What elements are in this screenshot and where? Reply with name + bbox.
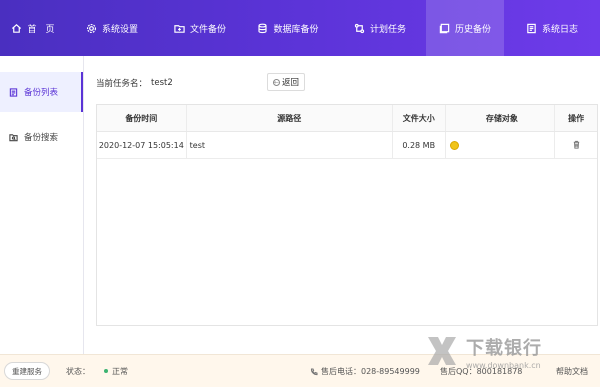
table-header: 备份时间 源路径 文件大小 存储对象 操作 xyxy=(97,105,597,132)
help-docs-link[interactable]: 帮助文档 xyxy=(556,355,588,387)
folder-icon xyxy=(174,23,185,34)
header-storage-object: 存储对象 xyxy=(446,105,556,131)
nav-system-log[interactable]: 系统日志 xyxy=(504,0,600,56)
nav-system-log-label: 系统日志 xyxy=(541,24,578,35)
status-dot-icon xyxy=(104,369,108,373)
trash-icon[interactable] xyxy=(572,140,581,151)
watermark-site: www.downbank.cn xyxy=(466,361,541,370)
rebuild-service-button[interactable]: 重建服务 xyxy=(4,362,50,380)
top-navigation: 首 页 系统设置 文件备份 数据库备份 计划任务 历史备份 系统日志 xyxy=(0,0,600,56)
history-icon xyxy=(439,23,450,34)
gear-icon xyxy=(86,23,97,34)
cell-storage-object xyxy=(446,132,556,158)
nav-scheduled-tasks-label: 计划任务 xyxy=(369,24,406,35)
header-action: 操作 xyxy=(568,113,585,123)
home-icon xyxy=(11,23,22,34)
nav-home[interactable]: 首 页 xyxy=(0,0,66,56)
cell-source-path: test xyxy=(187,132,393,158)
nav-file-backup-label: 文件备份 xyxy=(189,24,226,35)
nav-system-settings-label: 系统设置 xyxy=(101,24,138,35)
nav-history-backup[interactable]: 历史备份 xyxy=(426,0,504,56)
storage-object-icon[interactable] xyxy=(449,140,459,150)
log-icon xyxy=(526,23,537,34)
header-file-size: 文件大小 xyxy=(393,105,446,131)
search-folder-icon xyxy=(9,133,18,141)
status-label: 状态： xyxy=(66,366,90,376)
cell-action xyxy=(555,132,597,158)
nav-database-backup-label: 数据库备份 xyxy=(273,24,319,35)
phone-icon xyxy=(310,367,318,375)
phone-text: 售后电话：028-89549999 xyxy=(321,367,420,376)
cell-backup-time: 2020-12-07 15:05:14 xyxy=(97,132,187,158)
back-button-label: 返回 xyxy=(281,78,299,88)
back-icon: ← xyxy=(272,78,280,86)
watermark-title: 下载银行 xyxy=(466,338,542,359)
watermark: 下载银行 www.downbank.cn xyxy=(424,333,542,371)
nav-scheduled-tasks[interactable]: 计划任务 xyxy=(334,0,426,56)
task-label: 当前任务名： xyxy=(96,79,148,89)
table-row[interactable]: 2020-12-07 15:05:14 test 0.28 MB xyxy=(97,132,597,159)
watermark-logo-icon xyxy=(424,333,460,371)
main-content: 当前任务名： test2 ← 返回 备份时间 源路径 文件大小 存储对象 操作 … xyxy=(84,56,600,354)
sidebar-item-label: 备份搜索 xyxy=(24,133,59,143)
sidebar-item-backup-list[interactable]: 备份列表 xyxy=(0,72,83,112)
task-name: test2 xyxy=(151,78,173,88)
cell-file-size: 0.28 MB xyxy=(393,132,446,158)
nav-system-settings[interactable]: 系统设置 xyxy=(66,0,158,56)
nav-file-backup[interactable]: 文件备份 xyxy=(158,0,242,56)
support-phone: 售后电话：028-89549999 xyxy=(310,355,420,387)
schedule-icon xyxy=(354,23,365,34)
header-source-path: 源路径 xyxy=(187,105,393,131)
nav-home-label: 首 页 xyxy=(27,24,55,35)
nav-history-backup-label: 历史备份 xyxy=(454,24,491,35)
database-icon xyxy=(257,23,268,34)
help-text: 帮助文档 xyxy=(556,367,588,376)
sidebar-item-label: 备份列表 xyxy=(24,88,59,98)
backup-table: 备份时间 源路径 文件大小 存储对象 操作 2020-12-07 15:05:1… xyxy=(96,104,598,326)
status-value: 正常 xyxy=(112,366,128,376)
sidebar-item-backup-search[interactable]: 备份搜索 xyxy=(0,117,83,157)
current-task: 当前任务名： test2 xyxy=(96,74,173,92)
header-backup-time: 备份时间 xyxy=(97,105,187,131)
sidebar: 备份列表 备份搜索 xyxy=(0,56,84,354)
back-button[interactable]: ← 返回 xyxy=(267,73,305,91)
nav-database-backup[interactable]: 数据库备份 xyxy=(242,0,334,56)
list-icon xyxy=(9,87,18,97)
